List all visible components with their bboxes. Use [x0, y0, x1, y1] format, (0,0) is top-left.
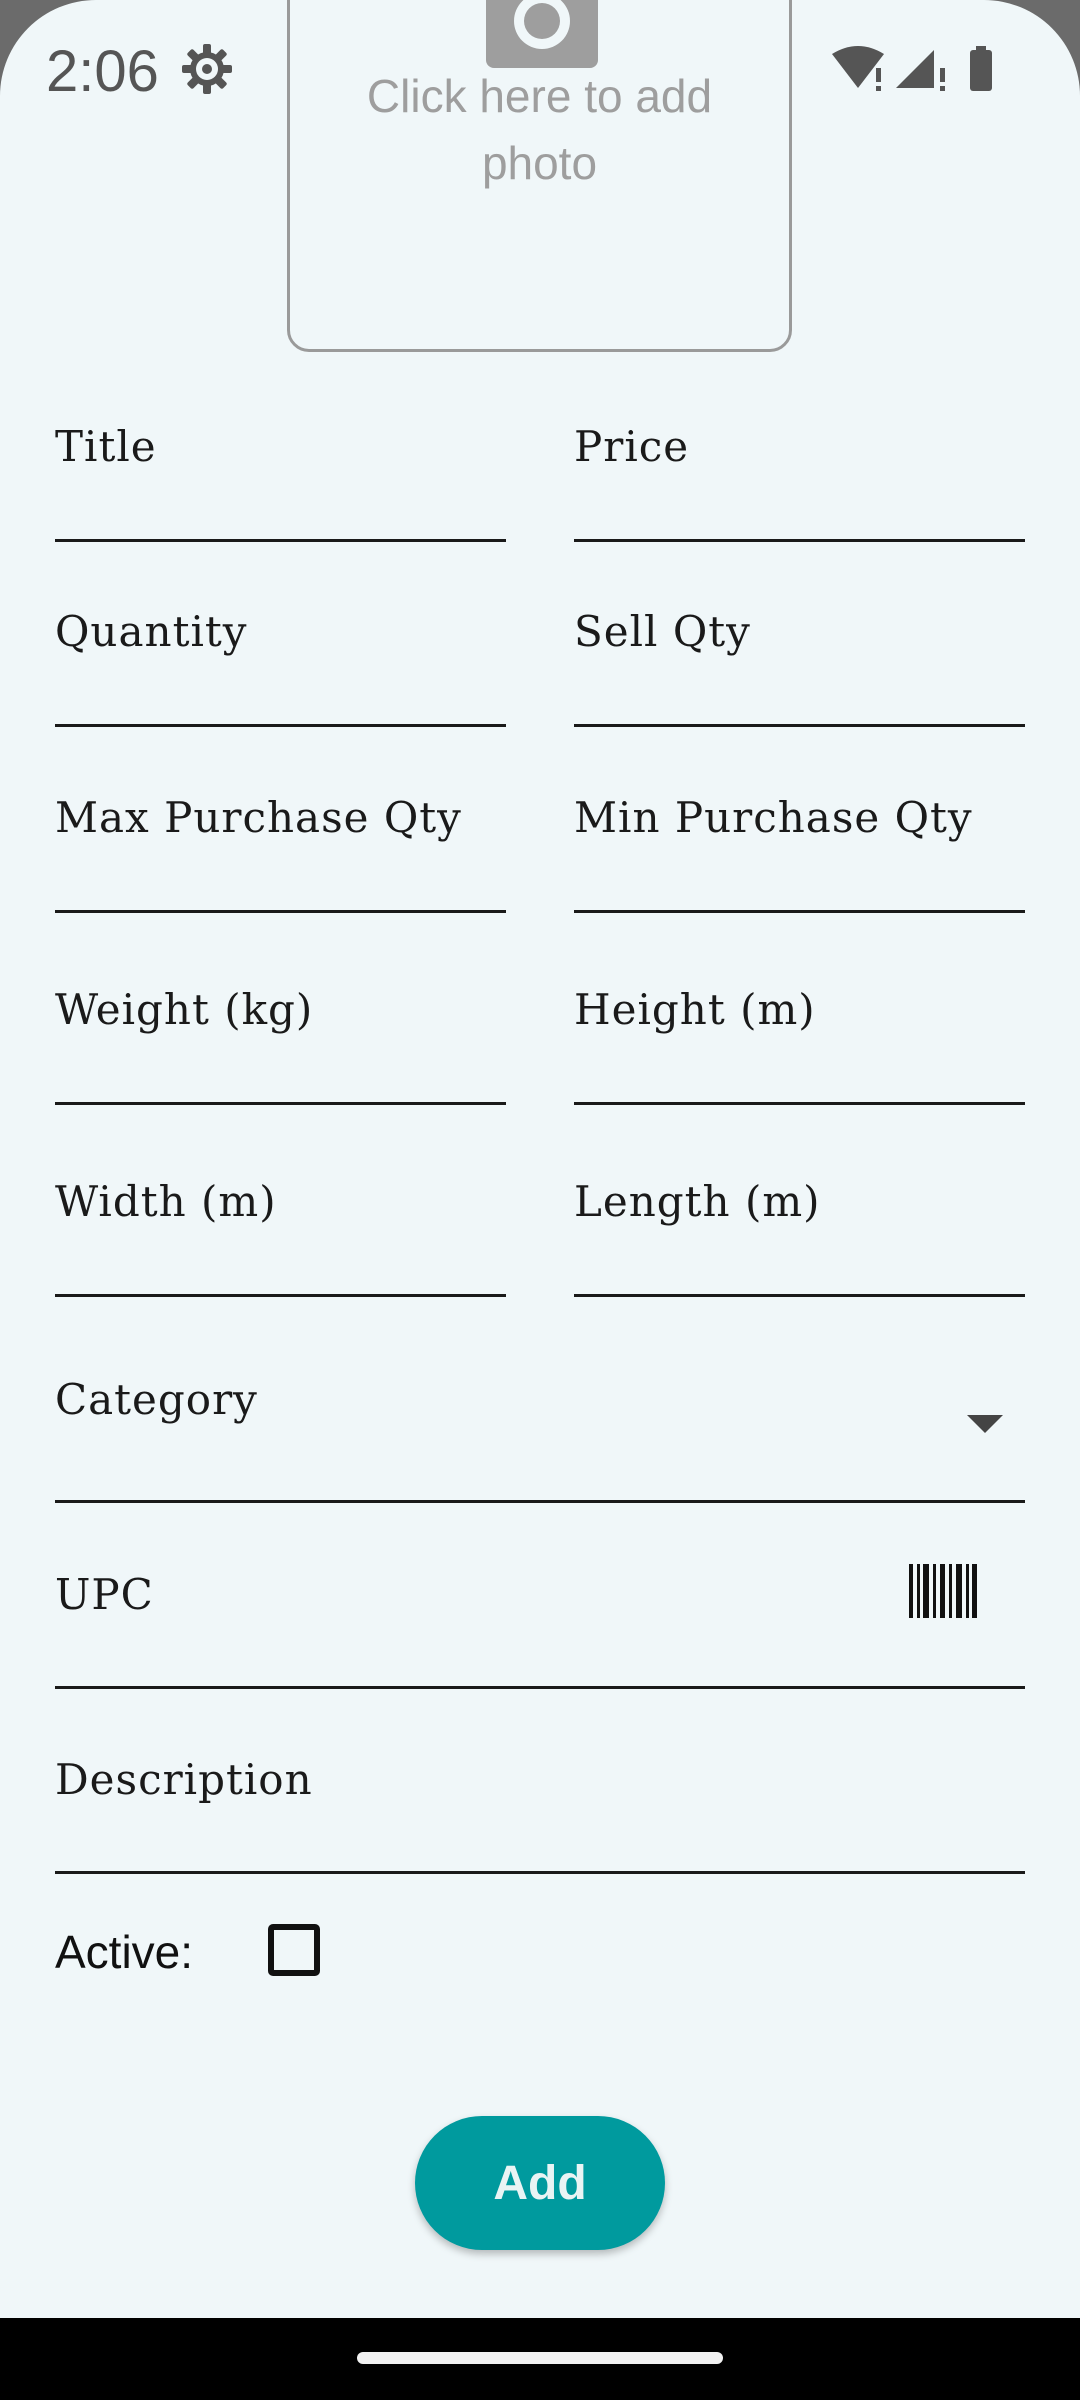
- height-field[interactable]: Height (m): [574, 963, 1025, 1105]
- length-label: Length (m): [574, 1177, 821, 1226]
- chevron-down-icon: [967, 1415, 1003, 1433]
- length-field[interactable]: Length (m): [574, 1155, 1025, 1297]
- max-purchase-qty-label: Max Purchase Qty: [55, 793, 462, 842]
- width-label: Width (m): [55, 1177, 277, 1226]
- navigation-bar: [0, 2318, 1080, 2400]
- price-label: Price: [574, 422, 690, 471]
- max-purchase-qty-field[interactable]: Max Purchase Qty: [55, 771, 506, 913]
- active-label: Active:: [55, 1926, 194, 1978]
- quantity-field[interactable]: Quantity: [55, 585, 506, 727]
- quantity-label: Quantity: [55, 607, 248, 656]
- category-label: Category: [55, 1375, 258, 1424]
- sell-qty-label: Sell Qty: [574, 607, 751, 656]
- weight-label: Weight (kg): [55, 985, 314, 1034]
- upc-field[interactable]: UPC: [55, 1546, 1025, 1689]
- status-time: 2:06: [46, 39, 159, 104]
- screen: Click here to add photo 2:06 Title Price…: [0, 0, 1080, 2318]
- barcode-scan-icon[interactable]: [909, 1564, 977, 1618]
- category-dropdown[interactable]: Category: [55, 1350, 1025, 1503]
- price-field[interactable]: Price: [574, 400, 1025, 542]
- add-photo-card[interactable]: Click here to add photo: [287, 0, 792, 352]
- add-photo-text: Click here to add photo: [366, 70, 713, 189]
- width-field[interactable]: Width (m): [55, 1155, 506, 1297]
- min-purchase-qty-field[interactable]: Min Purchase Qty: [574, 771, 1025, 913]
- battery-icon: [970, 46, 992, 91]
- active-checkbox[interactable]: [268, 1924, 320, 1976]
- title-label: Title: [55, 422, 157, 471]
- description-label: Description: [55, 1755, 313, 1804]
- weight-field[interactable]: Weight (kg): [55, 963, 506, 1105]
- add-button[interactable]: Add: [415, 2116, 665, 2250]
- height-label: Height (m): [574, 985, 816, 1034]
- signal-icon: [896, 50, 945, 91]
- home-indicator[interactable]: [357, 2352, 723, 2364]
- status-icons: [832, 46, 992, 91]
- wifi-icon: [832, 46, 884, 91]
- sell-qty-field[interactable]: Sell Qty: [574, 585, 1025, 727]
- camera-icon: [486, 0, 598, 68]
- title-field[interactable]: Title: [55, 400, 506, 542]
- min-purchase-qty-label: Min Purchase Qty: [574, 793, 973, 842]
- upc-label: UPC: [55, 1570, 154, 1619]
- description-field[interactable]: Description: [55, 1731, 1025, 1874]
- gear-icon: [182, 44, 232, 94]
